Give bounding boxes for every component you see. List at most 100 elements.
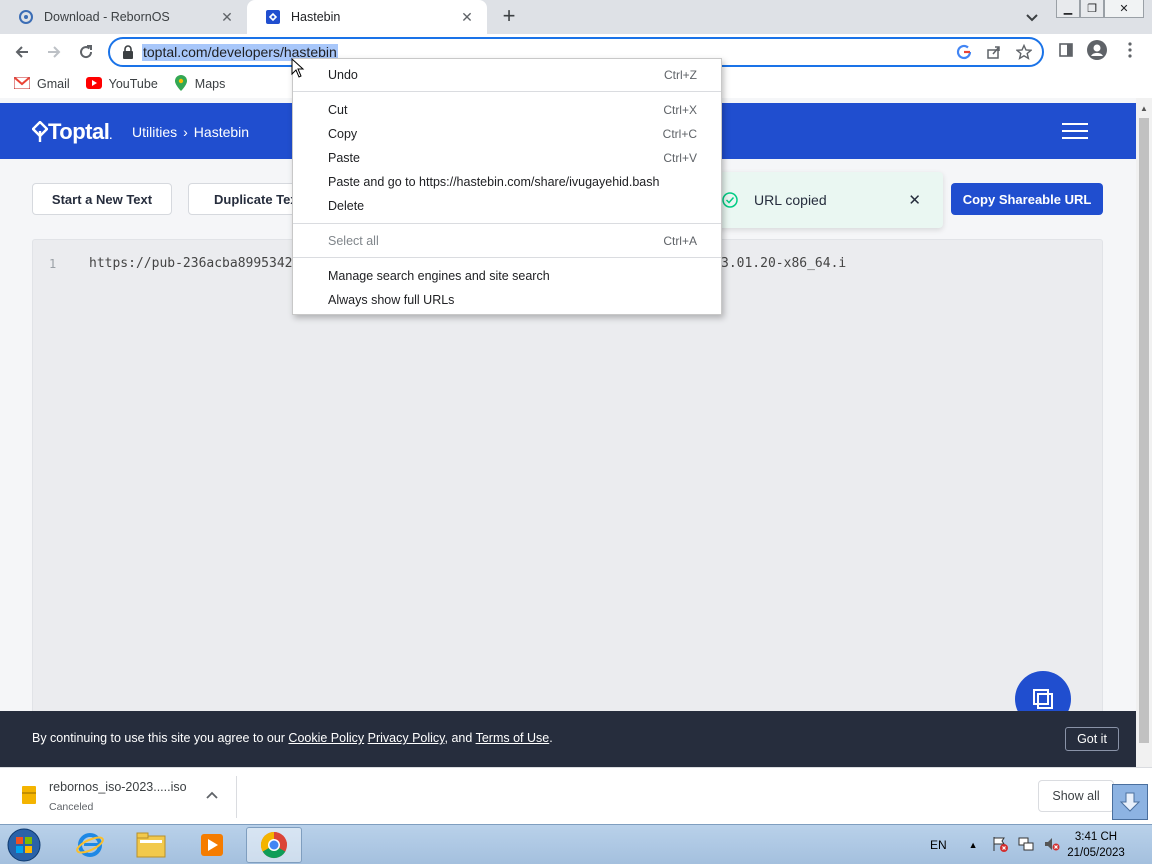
system-tray: EN ▲ [930, 825, 1060, 864]
copy-shareable-url-button[interactable]: Copy Shareable URL [951, 183, 1103, 215]
media-player-icon [201, 834, 223, 856]
menu-item-paste[interactable]: Paste Ctrl+V [293, 147, 721, 169]
reload-icon[interactable] [74, 40, 98, 64]
menu-item-copy[interactable]: Copy Ctrl+C [293, 123, 721, 145]
cookie-prefix: By continuing to use this site you agree… [32, 731, 285, 745]
internet-explorer-icon [76, 833, 104, 857]
start-button[interactable] [4, 826, 44, 864]
cookie-banner: By continuing to use this site you agree… [0, 711, 1136, 767]
download-divider [236, 776, 237, 818]
archive-file-icon [22, 786, 36, 807]
forward-icon[interactable] [42, 40, 66, 64]
folder-icon [136, 832, 166, 858]
tab-rebornos[interactable]: Download - RebornOS ✕ [0, 0, 247, 34]
bookmark-star-icon[interactable] [1015, 43, 1033, 63]
url-copied-toast: URL copied ✕ [710, 172, 943, 228]
youtube-icon [85, 76, 102, 92]
taskbar-file-explorer[interactable] [123, 827, 179, 863]
menu-item-label: Delete [328, 199, 365, 213]
menu-item-manage-search-engines[interactable]: Manage search engines and site search [293, 265, 721, 287]
bookmark-youtube[interactable]: YouTube [85, 76, 158, 92]
code-editor[interactable]: 1 https://pub-236acba8995342 3.01.20-x86… [32, 239, 1103, 767]
profile-avatar-icon[interactable] [1087, 40, 1107, 60]
window-controls: ▁ ❐ ✕ [1056, 0, 1144, 18]
breadcrumb: Utilities › Hastebin [132, 124, 249, 140]
download-arrow-icon[interactable] [1112, 784, 1148, 820]
cookie-policy-link[interactable]: Cookie Policy [288, 731, 364, 745]
code-line-start[interactable]: https://pub-236acba8995342 [89, 256, 293, 271]
menu-item-shortcut: Ctrl+Z [664, 68, 697, 82]
system-clock[interactable]: 3:41 CH 21/05/2023 [1060, 829, 1132, 861]
chevron-up-icon[interactable] [206, 788, 218, 802]
download-item[interactable]: rebornos_iso-2023.....iso Canceled [16, 778, 236, 816]
side-panel-icon[interactable] [1058, 42, 1074, 58]
terms-of-use-link[interactable]: Terms of Use [476, 731, 550, 745]
new-tab-icon[interactable]: + [498, 5, 520, 28]
rebornos-favicon-icon [18, 9, 34, 25]
got-it-button[interactable]: Got it [1065, 727, 1119, 751]
language-indicator[interactable]: EN [930, 838, 947, 852]
back-icon[interactable] [10, 40, 34, 64]
menu-item-label: Always show full URLs [328, 293, 455, 307]
window-close-icon[interactable]: ✕ [1104, 0, 1144, 18]
cookie-message: By continuing to use this site you agree… [32, 731, 553, 745]
breadcrumb-chevron-icon: › [183, 124, 188, 140]
google-lens-icon[interactable] [956, 44, 972, 63]
volume-muted-icon[interactable] [1044, 836, 1060, 855]
menu-item-delete[interactable]: Delete [293, 195, 721, 217]
scrollbar-thumb[interactable] [1139, 118, 1149, 743]
context-menu: Undo Ctrl+Z Cut Ctrl+X Copy Ctrl+C Paste… [292, 58, 722, 315]
menu-kebab-icon[interactable] [1127, 42, 1133, 58]
privacy-policy-link[interactable]: Privacy Policy [368, 731, 445, 745]
menu-item-show-full-urls[interactable]: Always show full URLs [293, 289, 721, 311]
menu-item-shortcut: Ctrl+A [663, 234, 697, 248]
download-filename: rebornos_iso-2023.....iso [49, 780, 187, 794]
cookie-and: , and [444, 731, 473, 745]
tab-strip: Download - RebornOS ✕ Hastebin ✕ + ▁ ❐ ✕ [0, 0, 1152, 34]
menu-item-shortcut: Ctrl+X [663, 103, 697, 117]
action-center-icon[interactable] [992, 836, 1008, 855]
lock-icon[interactable] [122, 45, 134, 62]
tab-title: Download - RebornOS [44, 10, 170, 24]
cookie-suffix: . [549, 731, 553, 745]
menu-item-select-all[interactable]: Select all Ctrl+A [293, 230, 721, 252]
gmail-icon [13, 76, 31, 92]
menu-item-shortcut: Ctrl+C [662, 127, 697, 141]
code-line-end[interactable]: 3.01.20-x86_64.i [721, 256, 846, 271]
toptal-favicon-icon [265, 9, 281, 25]
breadcrumb-utilities[interactable]: Utilities [132, 124, 177, 140]
menu-item-cut[interactable]: Cut Ctrl+X [293, 99, 721, 121]
breadcrumb-hastebin[interactable]: Hastebin [194, 124, 249, 140]
menu-item-paste-and-go[interactable]: Paste and go to https://hastebin.com/sha… [293, 171, 721, 193]
menu-separator [293, 223, 721, 224]
hamburger-menu-icon[interactable] [1062, 123, 1088, 139]
tab-hastebin[interactable]: Hastebin ✕ [247, 0, 487, 34]
menu-item-label: Paste [328, 151, 360, 165]
tab-close-icon[interactable]: ✕ [459, 9, 475, 25]
menu-item-label: Select all [328, 234, 379, 248]
show-all-button[interactable]: Show all [1038, 780, 1114, 812]
bookmark-maps[interactable]: Maps [174, 74, 225, 94]
tab-search-chevron-icon[interactable] [1024, 9, 1042, 25]
share-icon[interactable] [986, 44, 1002, 63]
taskbar-media-player[interactable] [184, 827, 240, 863]
toast-close-icon[interactable]: ✕ [908, 191, 921, 209]
menu-item-label: Cut [328, 103, 348, 117]
toptal-logo[interactable]: Toptal . [32, 119, 112, 145]
bookmark-gmail[interactable]: Gmail [13, 76, 70, 92]
tray-expand-icon[interactable]: ▲ [969, 840, 978, 850]
taskbar-internet-explorer[interactable] [62, 827, 118, 863]
scroll-up-arrow-icon[interactable]: ▲ [1140, 104, 1148, 113]
network-icon[interactable] [1018, 836, 1034, 855]
restore-icon[interactable]: ❐ [1080, 0, 1104, 18]
minimize-icon[interactable]: ▁ [1056, 0, 1080, 18]
windows-logo-icon [7, 828, 41, 862]
taskbar-chrome[interactable] [246, 827, 302, 863]
tab-close-icon[interactable]: ✕ [219, 9, 235, 25]
download-status: Canceled [49, 801, 94, 813]
start-new-text-button[interactable]: Start a New Text [32, 183, 172, 215]
menu-item-undo[interactable]: Undo Ctrl+Z [293, 64, 721, 86]
page-scrollbar[interactable]: ▲ [1136, 98, 1152, 767]
tab-title: Hastebin [291, 10, 341, 24]
menu-item-shortcut: Ctrl+V [663, 151, 697, 165]
